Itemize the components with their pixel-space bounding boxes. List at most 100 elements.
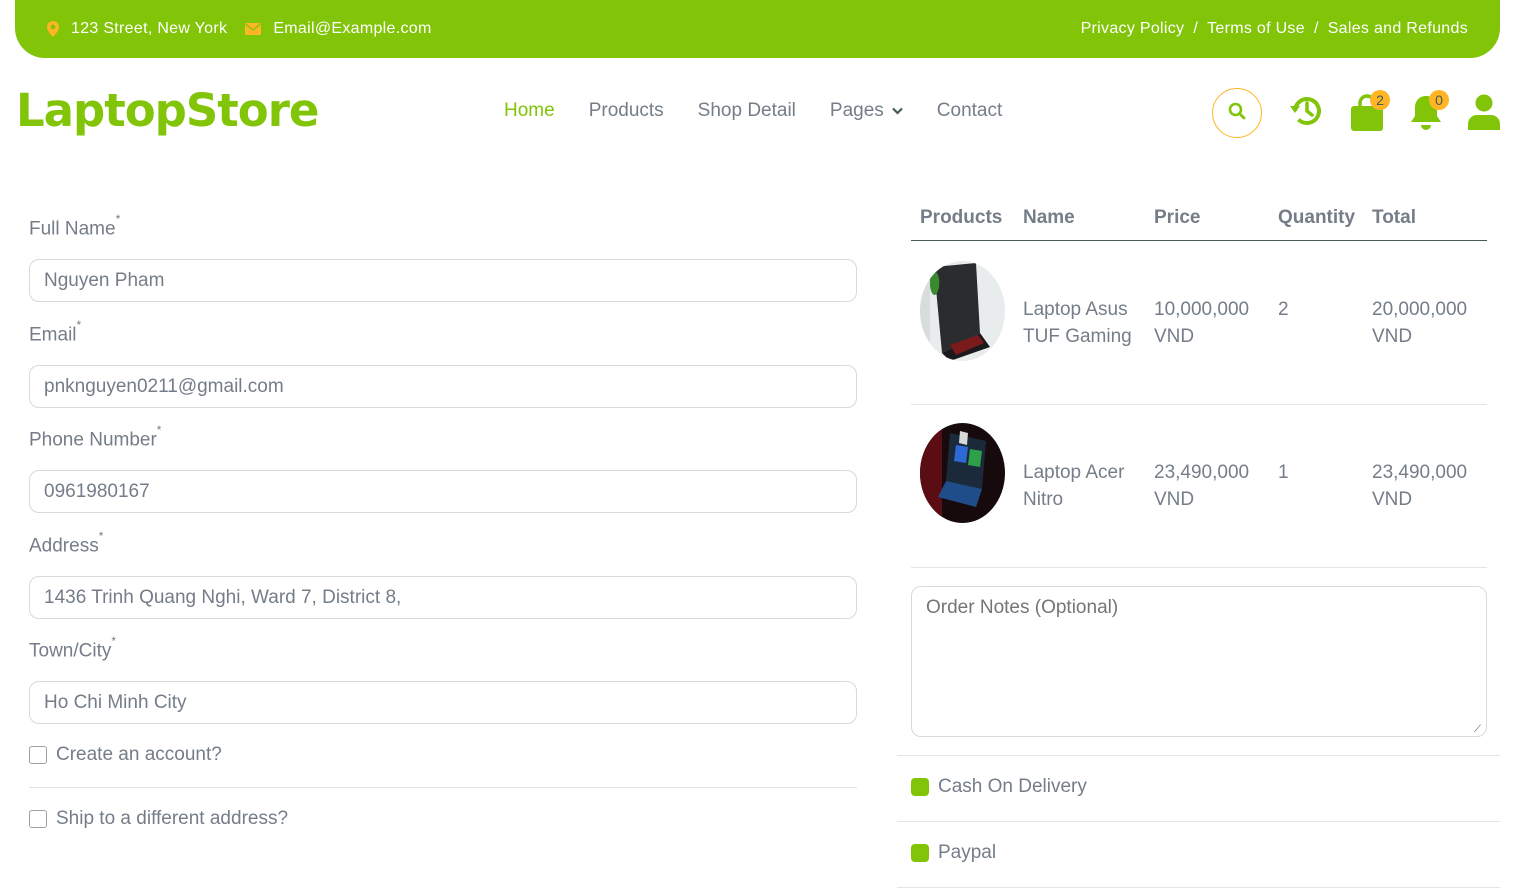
city-label: Town/City* <box>29 634 116 662</box>
full-name-input[interactable] <box>29 259 857 302</box>
email-label: Email* <box>29 318 81 346</box>
product-name-acer: Laptop Acer Nitro <box>1023 459 1124 513</box>
col-name: Name <box>1023 207 1075 228</box>
payment-divider <box>897 821 1500 822</box>
full-name-label: Full Name* <box>29 212 120 240</box>
product-quantity-acer: 1 <box>1278 462 1289 483</box>
required-mark: * <box>115 212 121 226</box>
price-unit: VND <box>1154 489 1195 510</box>
notification-count-badge: 0 <box>1429 90 1449 110</box>
col-quantity: Quantity <box>1278 207 1356 228</box>
product-total-asus: 20,000,000 VND <box>1372 296 1467 350</box>
product-name-line1: Laptop Asus <box>1023 299 1128 320</box>
product-total-acer: 23,490,000 VND <box>1372 459 1467 513</box>
nav-pages[interactable]: Pages <box>830 100 903 122</box>
search-icon <box>1228 102 1246 125</box>
envelope-icon <box>245 23 262 35</box>
row-divider <box>911 404 1487 405</box>
product-name-line2: TUF Gaming <box>1023 326 1132 347</box>
nav-home[interactable]: Home <box>504 100 555 122</box>
cart-count-badge: 2 <box>1370 90 1390 110</box>
total-value: 23,490,000 <box>1372 462 1468 483</box>
ship-different-label: Ship to a different address? <box>56 808 289 829</box>
nav-pages-label: Pages <box>829 100 884 121</box>
resize-grip-icon[interactable]: ⟋ <box>1474 724 1481 735</box>
product-name-asus: Laptop Asus TUF Gaming <box>1023 296 1132 350</box>
address-info: 123 Street, New York <box>47 20 227 38</box>
required-mark: * <box>98 529 104 543</box>
header-divider <box>911 240 1487 241</box>
cod-checkbox[interactable] <box>911 778 929 796</box>
payment-option-cod[interactable]: Cash On Delivery <box>911 776 1087 798</box>
create-account-checkbox[interactable] <box>29 746 47 764</box>
payment-option-paypal[interactable]: Paypal <box>911 842 996 864</box>
privacy-policy-link[interactable]: Privacy Policy <box>1081 20 1185 38</box>
create-account-option[interactable]: Create an account? <box>29 744 222 766</box>
cod-label: Cash On Delivery <box>938 776 1087 797</box>
history-icon <box>1288 92 1326 135</box>
map-marker-icon <box>47 21 59 37</box>
row-divider <box>911 567 1487 568</box>
address-text: 123 Street, New York <box>71 20 228 37</box>
ship-different-checkbox[interactable] <box>29 810 47 828</box>
user-icon <box>1467 94 1501 135</box>
email-input[interactable] <box>29 365 857 408</box>
phone-label: Phone Number* <box>29 423 161 451</box>
col-products: Products <box>920 207 1003 228</box>
chevron-down-icon <box>892 104 903 118</box>
product-name-line2: Nitro <box>1023 489 1064 510</box>
separator: / <box>1193 20 1199 37</box>
search-button[interactable] <box>1212 88 1262 138</box>
full-name-label-text: Full Name <box>29 218 116 240</box>
price-value: 23,490,000 <box>1154 462 1250 483</box>
notifications-button[interactable]: 0 <box>1409 90 1449 137</box>
nav-shop-detail[interactable]: Shop Detail <box>698 100 796 122</box>
address-label: Address* <box>29 529 103 557</box>
header-actions: 2 0 <box>1212 88 1502 138</box>
paypal-checkbox[interactable] <box>911 844 929 862</box>
divider <box>29 787 857 788</box>
price-unit: VND <box>1154 326 1195 347</box>
product-price-acer: 23,490,000 VND <box>1154 459 1249 513</box>
phone-input[interactable] <box>29 470 857 513</box>
email-info: Email@Example.com <box>245 20 431 38</box>
email-label-text: Email <box>29 324 77 346</box>
sales-refunds-link[interactable]: Sales and Refunds <box>1328 20 1468 38</box>
product-quantity-asus: 2 <box>1278 299 1289 320</box>
product-price-asus: 10,000,000 VND <box>1154 296 1249 350</box>
terms-of-use-link[interactable]: Terms of Use <box>1207 20 1305 38</box>
create-account-label: Create an account? <box>56 744 222 765</box>
address-input[interactable] <box>29 576 857 619</box>
top-bar: 123 Street, New York Email@Example.com P… <box>15 0 1500 58</box>
history-button[interactable] <box>1288 92 1326 135</box>
address-label-text: Address <box>29 535 99 557</box>
main-nav: Home Products Shop Detail Pages Contact <box>504 100 1036 122</box>
price-value: 10,000,000 <box>1154 299 1250 320</box>
total-unit: VND <box>1372 326 1413 347</box>
paypal-label: Paypal <box>938 842 997 863</box>
product-name-line1: Laptop Acer <box>1023 462 1125 483</box>
account-button[interactable] <box>1467 94 1501 135</box>
site-logo[interactable]: LaptopStore <box>16 84 319 137</box>
cart-button[interactable]: 2 <box>1350 90 1390 137</box>
ship-different-option[interactable]: Ship to a different address? <box>29 808 288 830</box>
product-image-acer <box>920 423 1005 523</box>
phone-label-text: Phone Number <box>29 429 157 451</box>
col-total: Total <box>1372 207 1416 228</box>
email-text: Email@Example.com <box>273 20 432 37</box>
nav-products[interactable]: Products <box>589 100 664 122</box>
required-mark: * <box>76 318 82 332</box>
payment-divider <box>897 887 1500 888</box>
city-input[interactable] <box>29 681 857 724</box>
payment-divider <box>897 755 1500 756</box>
order-notes-textarea[interactable] <box>911 586 1487 737</box>
total-value: 20,000,000 <box>1372 299 1468 320</box>
required-mark: * <box>111 634 117 648</box>
separator: / <box>1313 20 1319 37</box>
col-price: Price <box>1154 207 1201 228</box>
total-unit: VND <box>1372 489 1413 510</box>
nav-contact[interactable]: Contact <box>937 100 1002 122</box>
product-image-asus <box>920 261 1005 361</box>
city-label-text: Town/City <box>29 640 112 662</box>
required-mark: * <box>156 423 162 437</box>
